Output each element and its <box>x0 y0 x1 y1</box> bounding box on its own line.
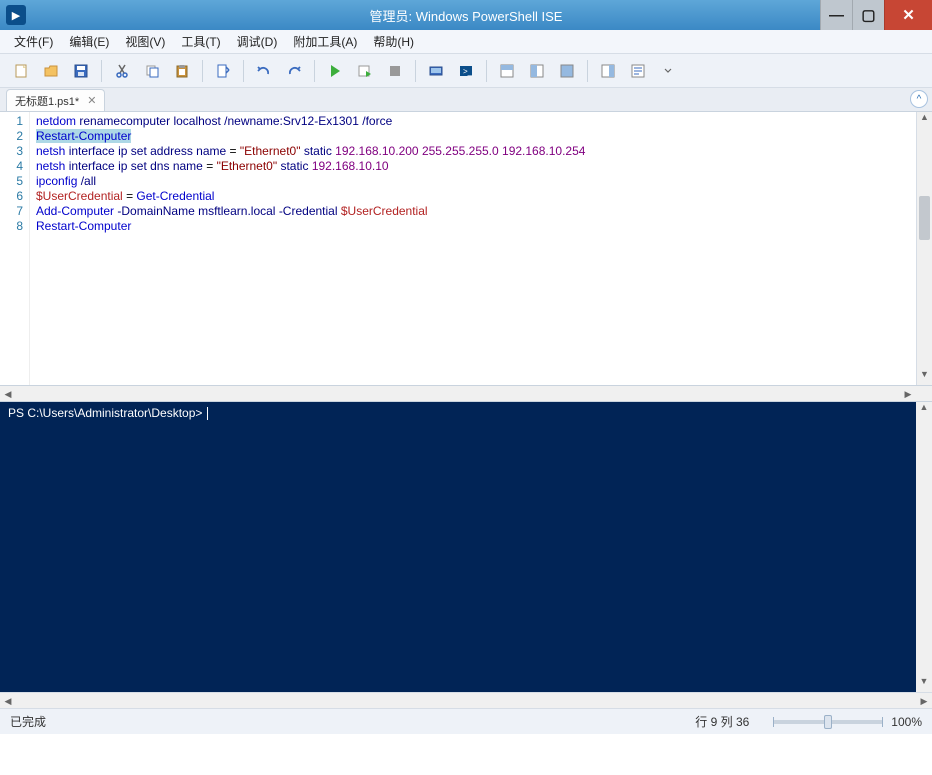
scroll-left-icon[interactable]: ◀ <box>0 693 16 708</box>
paste-button[interactable] <box>169 58 195 84</box>
status-bar: 已完成 行 9 列 36 100% <box>0 708 932 734</box>
copy-button[interactable] <box>139 58 165 84</box>
status-text: 已完成 <box>10 713 46 730</box>
show-command-addon-button[interactable] <box>595 58 621 84</box>
save-button[interactable] <box>68 58 94 84</box>
tab-close-icon[interactable]: ✕ <box>87 94 96 107</box>
console-horizontal-scrollbar[interactable]: ◀ ▶ <box>0 692 932 708</box>
scroll-left-icon[interactable]: ◀ <box>0 386 16 401</box>
console-vertical-scrollbar[interactable]: ▲ ▼ <box>916 402 932 692</box>
redo-button[interactable] <box>281 58 307 84</box>
menu-tools[interactable]: 工具(T) <box>173 30 228 54</box>
scroll-right-icon[interactable]: ▶ <box>900 386 916 401</box>
window-controls: — ▢ ✕ <box>820 0 932 30</box>
scroll-down-icon[interactable]: ▼ <box>917 369 932 385</box>
menu-edit[interactable]: 编辑(E) <box>61 30 117 54</box>
script-tab[interactable]: 无标题1.ps1* ✕ <box>6 89 105 111</box>
window-title: 管理员: Windows PowerShell ISE <box>0 6 932 25</box>
scroll-down-icon[interactable]: ▼ <box>916 676 932 692</box>
new-remote-tab-button[interactable] <box>423 58 449 84</box>
menu-addons[interactable]: 附加工具(A) <box>285 30 365 54</box>
close-button[interactable]: ✕ <box>884 0 932 30</box>
zoom-value: 100% <box>891 715 922 729</box>
zoom-slider[interactable] <box>773 720 883 724</box>
run-button[interactable] <box>322 58 348 84</box>
new-file-button[interactable] <box>8 58 34 84</box>
menu-bar: 文件(F) 编辑(E) 视图(V) 工具(T) 调试(D) 附加工具(A) 帮助… <box>0 30 932 54</box>
script-editor[interactable]: 12345678 netdom renamecomputer localhost… <box>0 112 932 386</box>
stop-button[interactable] <box>382 58 408 84</box>
layout-side-by-side-button[interactable] <box>524 58 550 84</box>
collapse-script-pane-button[interactable]: ^ <box>910 90 928 108</box>
layout-editor-top-button[interactable] <box>494 58 520 84</box>
code-area[interactable]: netdom renamecomputer localhost /newname… <box>30 112 932 385</box>
menu-file[interactable]: 文件(F) <box>6 30 61 54</box>
toolbar: >_ <box>0 54 932 88</box>
app-icon: ▶ <box>6 5 26 25</box>
run-selection-button[interactable] <box>352 58 378 84</box>
console-cursor <box>207 407 208 420</box>
cursor-position: 行 9 列 36 <box>695 713 749 730</box>
svg-text:>_: >_ <box>463 67 473 76</box>
scroll-right-icon[interactable]: ▶ <box>916 693 932 708</box>
menu-help[interactable]: 帮助(H) <box>365 30 422 54</box>
toolbar-overflow-button[interactable] <box>655 58 681 84</box>
start-powershell-button[interactable]: >_ <box>453 58 479 84</box>
editor-horizontal-scrollbar[interactable]: ◀ ▶ <box>0 386 932 402</box>
editor-vertical-scrollbar[interactable]: ▲ ▼ <box>916 112 932 385</box>
zoom-control: 100% <box>773 715 922 729</box>
tab-strip: 无标题1.ps1* ✕ ^ <box>0 88 932 112</box>
menu-view[interactable]: 视图(V) <box>117 30 173 54</box>
show-command-button[interactable] <box>625 58 651 84</box>
undo-button[interactable] <box>251 58 277 84</box>
maximize-button[interactable]: ▢ <box>852 0 884 30</box>
cut-button[interactable] <box>109 58 135 84</box>
scroll-up-icon[interactable]: ▲ <box>916 402 932 418</box>
minimize-button[interactable]: — <box>820 0 852 30</box>
menu-debug[interactable]: 调试(D) <box>229 30 286 54</box>
console-prompt: PS C:\Users\Administrator\Desktop> <box>8 406 206 420</box>
scrollbar-thumb[interactable] <box>919 196 930 240</box>
layout-editor-max-button[interactable] <box>554 58 580 84</box>
zoom-slider-knob[interactable] <box>824 715 832 729</box>
clear-button[interactable] <box>210 58 236 84</box>
title-bar: ▶ 管理员: Windows PowerShell ISE — ▢ ✕ <box>0 0 932 30</box>
open-file-button[interactable] <box>38 58 64 84</box>
line-number-gutter: 12345678 <box>0 112 30 385</box>
console-pane[interactable]: PS C:\Users\Administrator\Desktop> ▲ ▼ <box>0 402 932 692</box>
scroll-up-icon[interactable]: ▲ <box>917 112 932 128</box>
tab-label: 无标题1.ps1* <box>15 93 79 109</box>
